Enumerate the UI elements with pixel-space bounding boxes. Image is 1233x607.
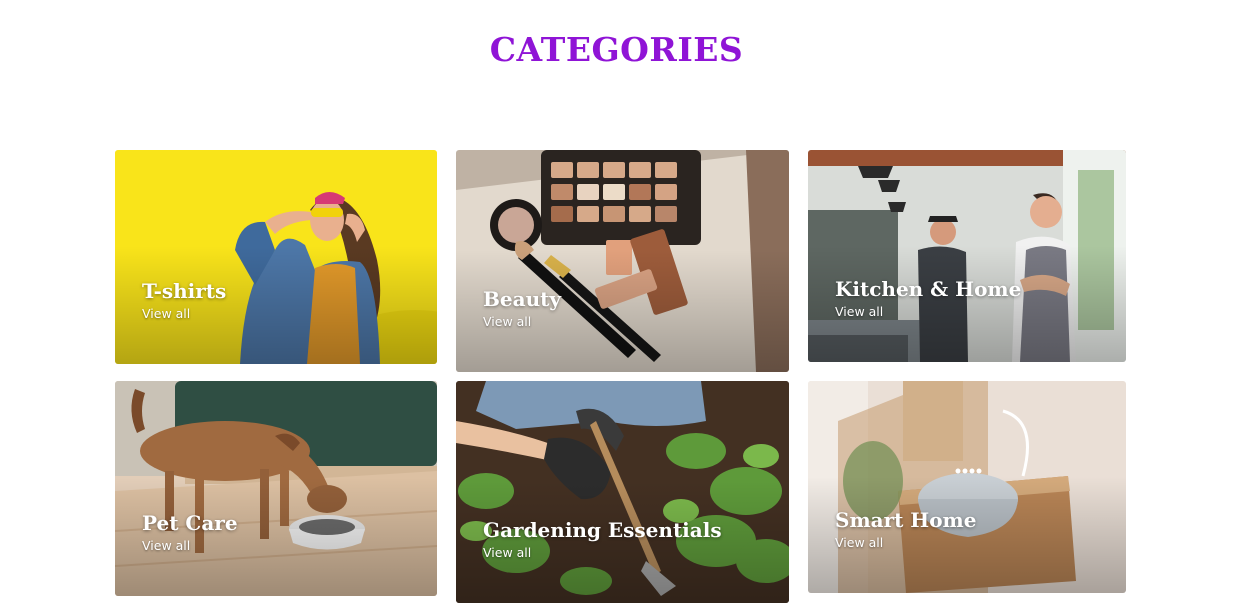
category-card-beauty[interactable]: Beauty View all	[456, 150, 789, 372]
categories-page: CATEGORIES T-shirts View all Beauty View…	[0, 0, 1233, 607]
category-title: T-shirts	[142, 279, 227, 303]
category-title: Kitchen & Home	[835, 277, 1022, 301]
category-card-tshirts[interactable]: T-shirts View all	[115, 150, 437, 364]
category-card-pet-care[interactable]: Pet Care View all	[115, 381, 437, 596]
category-title: Beauty	[483, 287, 561, 311]
category-card-gardening-essentials[interactable]: Gardening Essentials View all	[456, 381, 789, 603]
category-title: Pet Care	[142, 511, 238, 535]
category-title: Gardening Essentials	[483, 518, 722, 542]
view-all-link[interactable]: View all	[483, 314, 561, 329]
view-all-link[interactable]: View all	[483, 545, 722, 560]
view-all-link[interactable]: View all	[835, 535, 976, 550]
category-card-smart-home[interactable]: Smart Home View all	[808, 381, 1126, 593]
view-all-link[interactable]: View all	[835, 304, 1021, 319]
section-title: CATEGORIES	[489, 30, 744, 69]
category-card-kitchen-home[interactable]: Kitchen & Home View all	[808, 150, 1126, 362]
category-title: Smart Home	[835, 508, 977, 532]
view-all-link[interactable]: View all	[142, 538, 238, 553]
view-all-link[interactable]: View all	[142, 306, 226, 321]
